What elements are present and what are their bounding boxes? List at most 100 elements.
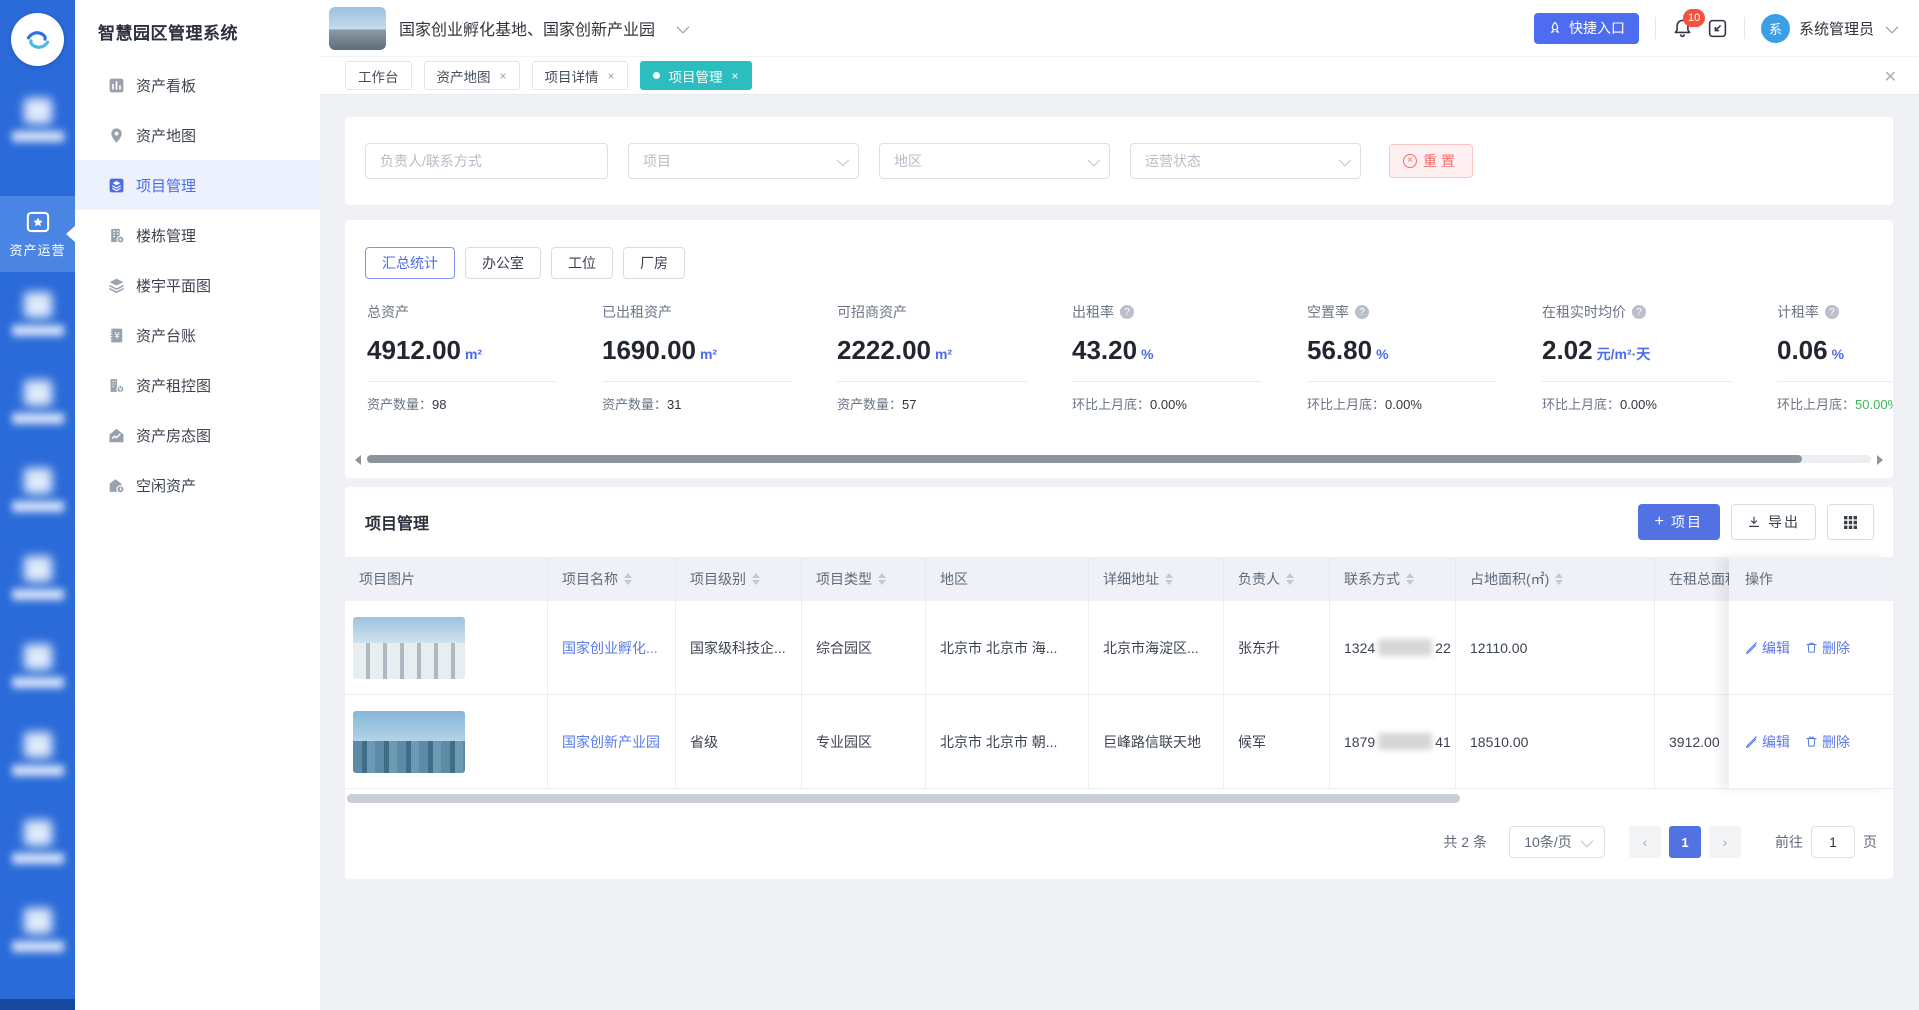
edit-link[interactable]: 编辑 [1745,732,1790,752]
stats-tab-summary[interactable]: 汇总统计 [365,247,455,279]
delete-link[interactable]: 删除 [1805,732,1850,752]
pencil-icon [1745,641,1758,654]
close-tab-icon[interactable]: × [608,69,615,83]
circle-x-icon: × [1403,154,1417,168]
reset-button[interactable]: × 重置 [1389,144,1473,178]
sidebar-item-room-status-map[interactable]: 资产房态图 [75,410,320,460]
add-project-button[interactable]: +项目 [1638,504,1720,540]
sidebar-item-idle-assets[interactable]: 空闲资产 [75,460,320,510]
rail-item-blurred[interactable] [0,556,75,600]
prev-page-button[interactable]: ‹ [1629,826,1661,858]
fullscreen-button[interactable] [1707,18,1728,39]
sidebar-item-floor-plan[interactable]: 楼宇平面图 [75,260,320,310]
help-icon[interactable]: ? [1632,305,1646,319]
user-menu-chevron-icon[interactable] [1886,20,1899,33]
column-header: 项目图片 [345,557,548,601]
sidebar-item-label: 资产看板 [136,75,196,96]
rail-item-blurred[interactable] [0,292,75,336]
pencil-icon [1745,735,1758,748]
top-bar: 国家创业孵化基地、国家创新产业园 快捷入口 10 系 系统管理员 [320,0,1919,57]
column-header: 项目名称 [548,557,676,601]
svg-text:¥: ¥ [118,385,123,393]
chevron-down-icon[interactable] [677,20,690,33]
top-right-cluster: 快捷入口 10 系 系统管理员 [1534,13,1895,44]
delete-link[interactable]: 删除 [1805,638,1850,658]
close-icon[interactable]: ✕ [1884,67,1897,87]
goto-page-input[interactable] [1811,826,1855,858]
region-select[interactable]: 地区 [879,143,1110,179]
stats-tab-office[interactable]: 办公室 [465,247,541,279]
quick-entry-button[interactable]: 快捷入口 [1534,13,1639,44]
help-icon[interactable]: ? [1825,305,1839,319]
divider [1655,17,1656,39]
sort-icon[interactable] [878,573,886,585]
help-icon[interactable]: ? [1355,305,1369,319]
edit-link[interactable]: 编辑 [1745,638,1790,658]
rail-item-blurred[interactable] [0,820,75,864]
redacted-blur [1378,733,1432,750]
sidebar-item-label: 楼宇平面图 [136,275,211,296]
next-page-button[interactable]: › [1709,826,1741,858]
table-scrollbar-thumb[interactable] [347,794,1460,803]
sidebar-item-asset-board[interactable]: 资产看板 [75,60,320,110]
rail-item-blurred[interactable] [0,732,75,776]
stats-tab-factory[interactable]: 厂房 [623,247,685,279]
table-row[interactable]: 国家创业孵化... 国家级科技企... 综合园区 北京市 北京市 海... 北京… [345,601,1893,695]
project-name-link[interactable]: 国家创新产业园 [562,732,660,752]
rail-item-asset-operation[interactable]: 资产运营 [0,196,75,272]
tab-asset-map[interactable]: 资产地图× [424,61,520,90]
rail-item-blurred[interactable] [0,468,75,512]
tab-project-detail[interactable]: 项目详情× [532,61,628,90]
tab-workbench[interactable]: 工作台 [345,61,412,90]
rail-item-blurred[interactable] [0,644,75,688]
table-row[interactable]: 国家创新产业园 省级 专业园区 北京市 北京市 朝... 巨峰路信联天地 候军 … [345,695,1893,789]
scroll-left-icon[interactable] [355,455,361,465]
sidebar-item-asset-ledger[interactable]: ¥ 资产台账 [75,310,320,360]
export-button[interactable]: 导出 [1731,504,1816,540]
stats-tabs: 汇总统计 办公室 工位 厂房 [365,247,685,279]
house-chart-icon [108,427,125,444]
page-size-select[interactable]: 10条/页 [1509,826,1605,858]
close-tab-icon[interactable]: × [732,69,739,83]
app-title: 智慧园区管理系统 [75,0,320,44]
sort-icon[interactable] [1555,573,1563,585]
app-logo[interactable] [11,13,64,66]
rail-item-blurred[interactable] [0,98,75,142]
row-actions: 编辑 删除 [1729,601,1893,695]
sidebar-item-rent-control-map[interactable]: ¥ 资产租控图 [75,360,320,410]
project-type-cell: 专业园区 [802,695,926,788]
notifications-button[interactable]: 10 [1672,18,1693,39]
current-page-button[interactable]: 1 [1669,826,1701,858]
project-name-link[interactable]: 国家创业孵化... [562,638,658,658]
sidebar-item-label: 楼栋管理 [136,225,196,246]
column-header: 地区 [926,557,1089,601]
column-header: 详细地址 [1089,557,1224,601]
scrollbar-thumb[interactable] [367,455,1802,463]
help-icon[interactable]: ? [1120,305,1134,319]
sort-icon[interactable] [1165,573,1173,585]
folder-star-icon [25,209,51,235]
tab-project-management[interactable]: 项目管理× [640,61,752,90]
rail-item-blurred[interactable] [0,908,75,952]
sort-icon[interactable] [752,573,760,585]
column-settings-button[interactable] [1827,504,1874,540]
sidebar-item-building-management[interactable]: 楼栋管理 [75,210,320,260]
sort-icon[interactable] [624,573,632,585]
redacted-blur [1378,639,1432,656]
column-header: 占地面积(㎡) [1456,557,1655,601]
project-box-icon [108,177,125,194]
sort-icon[interactable] [1406,573,1414,585]
project-select[interactable]: 项目 [628,143,859,179]
user-avatar[interactable]: 系 [1761,14,1790,43]
sidebar-item-project-management[interactable]: 项目管理 [75,160,320,210]
scroll-right-icon[interactable] [1877,455,1883,465]
rail-item-blurred[interactable] [0,380,75,424]
close-tab-icon[interactable]: × [500,69,507,83]
keyword-input[interactable] [365,143,608,179]
stats-tab-workstation[interactable]: 工位 [551,247,613,279]
sidebar-item-asset-map[interactable]: 资产地图 [75,110,320,160]
sort-icon[interactable] [1286,573,1294,585]
status-select[interactable]: 运营状态 [1130,143,1361,179]
stat-card-avg-price: 在租实时均价? 2.02元/m²·天 环比上月底：0.00% [1542,302,1777,432]
project-table: 项目图片 项目名称 项目级别 项目类型 地区 详细地址 负责人 联系方式 占地面… [345,557,1893,789]
